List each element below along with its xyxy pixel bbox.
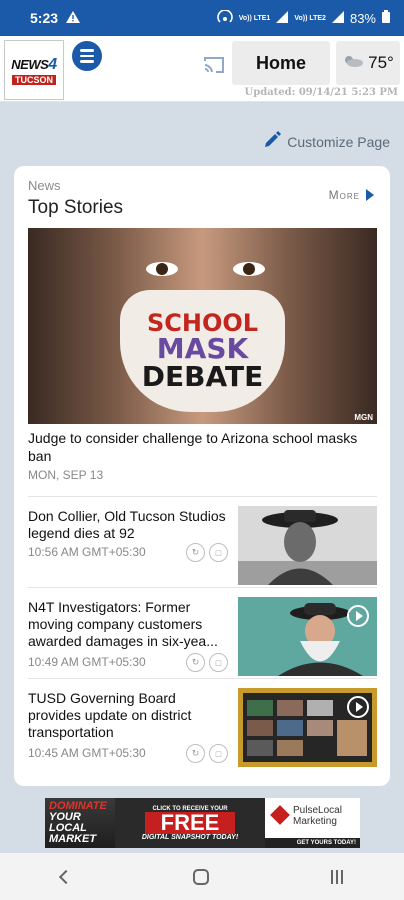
customize-page-button[interactable]: Customize Page xyxy=(263,131,390,152)
mask-graphic: SCHOOL MASK DEBATE xyxy=(120,290,285,412)
home-button[interactable]: Home xyxy=(232,41,330,85)
app-header: NEWS4 TUCSON Home 75° Updated: 09/14/21 … xyxy=(0,36,404,102)
share-icon[interactable]: ↻ xyxy=(186,543,205,562)
partly-cloudy-icon xyxy=(342,53,364,73)
story-time: 10:49 AM GMT+05:30 xyxy=(28,655,146,669)
story-time: 10:56 AM GMT+05:30 xyxy=(28,545,146,559)
status-time: 5:23 xyxy=(30,10,59,26)
story-thumbnail[interactable] xyxy=(238,506,377,585)
signal-1-icon xyxy=(276,10,289,26)
network-2-label: Vo)) LTE2 xyxy=(294,14,326,22)
story-item[interactable]: N4T Investigators: Former moving company… xyxy=(28,589,377,677)
story-headline[interactable]: N4T Investigators: Former moving company… xyxy=(28,599,228,650)
story-headline[interactable]: TUSD Governing Board provides update on … xyxy=(28,690,228,741)
hotspot-icon xyxy=(216,8,233,27)
network-1-label: Vo)) LTE1 xyxy=(238,14,271,22)
weather-button[interactable]: 75° xyxy=(336,41,400,85)
customize-label: Customize Page xyxy=(287,133,390,150)
share-icon[interactable]: ↻ xyxy=(186,653,205,672)
lead-story-headline[interactable]: Judge to consider challenge to Arizona s… xyxy=(28,429,378,465)
story-item[interactable]: TUSD Governing Board provides update on … xyxy=(28,680,377,768)
system-navigation-bar xyxy=(0,853,404,900)
advertisement-banner[interactable]: DOMINATE YOUR LOCAL MARKET CLICK TO RECE… xyxy=(45,798,360,848)
divider xyxy=(28,678,377,679)
top-stories-card: News Top Stories More SCHOOL MASK DEBATE… xyxy=(14,166,390,786)
lead-story-image[interactable]: SCHOOL MASK DEBATE MGN xyxy=(28,228,377,424)
story-headline[interactable]: Don Collier, Old Tucson Studios legend d… xyxy=(28,508,228,542)
save-icon[interactable]: □ xyxy=(209,744,228,763)
divider xyxy=(28,587,377,588)
story-thumbnail[interactable] xyxy=(238,597,377,676)
share-icon[interactable]: ↻ xyxy=(186,744,205,763)
save-icon[interactable]: □ xyxy=(209,543,228,562)
status-bar: 5:23 Vo)) LTE1 Vo)) LTE2 83% xyxy=(0,0,404,36)
story-thumbnail[interactable] xyxy=(238,688,377,767)
news4-tucson-logo[interactable]: NEWS4 TUCSON xyxy=(4,40,64,100)
home-icon[interactable] xyxy=(193,868,209,885)
more-button[interactable]: More xyxy=(329,188,374,202)
image-credit: MGN xyxy=(354,413,373,422)
temperature: 75° xyxy=(368,53,394,72)
battery-icon xyxy=(382,10,390,26)
story-item[interactable]: Don Collier, Old Tucson Studios legend d… xyxy=(28,498,377,586)
back-icon[interactable] xyxy=(58,869,74,884)
pencil-icon xyxy=(263,131,282,152)
section-title: Top Stories xyxy=(28,197,124,218)
menu-button[interactable] xyxy=(72,41,102,71)
chevron-right-icon xyxy=(366,189,374,201)
cast-icon[interactable] xyxy=(203,56,225,74)
divider xyxy=(28,496,377,497)
section-category: News xyxy=(28,178,61,193)
updated-timestamp: Updated: 09/14/21 5:23 PM xyxy=(244,87,398,98)
warning-icon xyxy=(66,10,81,26)
signal-2-icon xyxy=(331,10,344,26)
lead-story-date: MON, SEP 13 xyxy=(28,468,104,482)
battery-level: 83% xyxy=(349,10,376,26)
save-icon[interactable]: □ xyxy=(209,653,228,672)
recent-apps-icon[interactable] xyxy=(331,869,343,884)
story-time: 10:45 AM GMT+05:30 xyxy=(28,746,146,760)
play-icon[interactable] xyxy=(347,605,369,627)
play-icon[interactable] xyxy=(347,696,369,718)
pulselocal-logo-icon xyxy=(270,805,290,825)
